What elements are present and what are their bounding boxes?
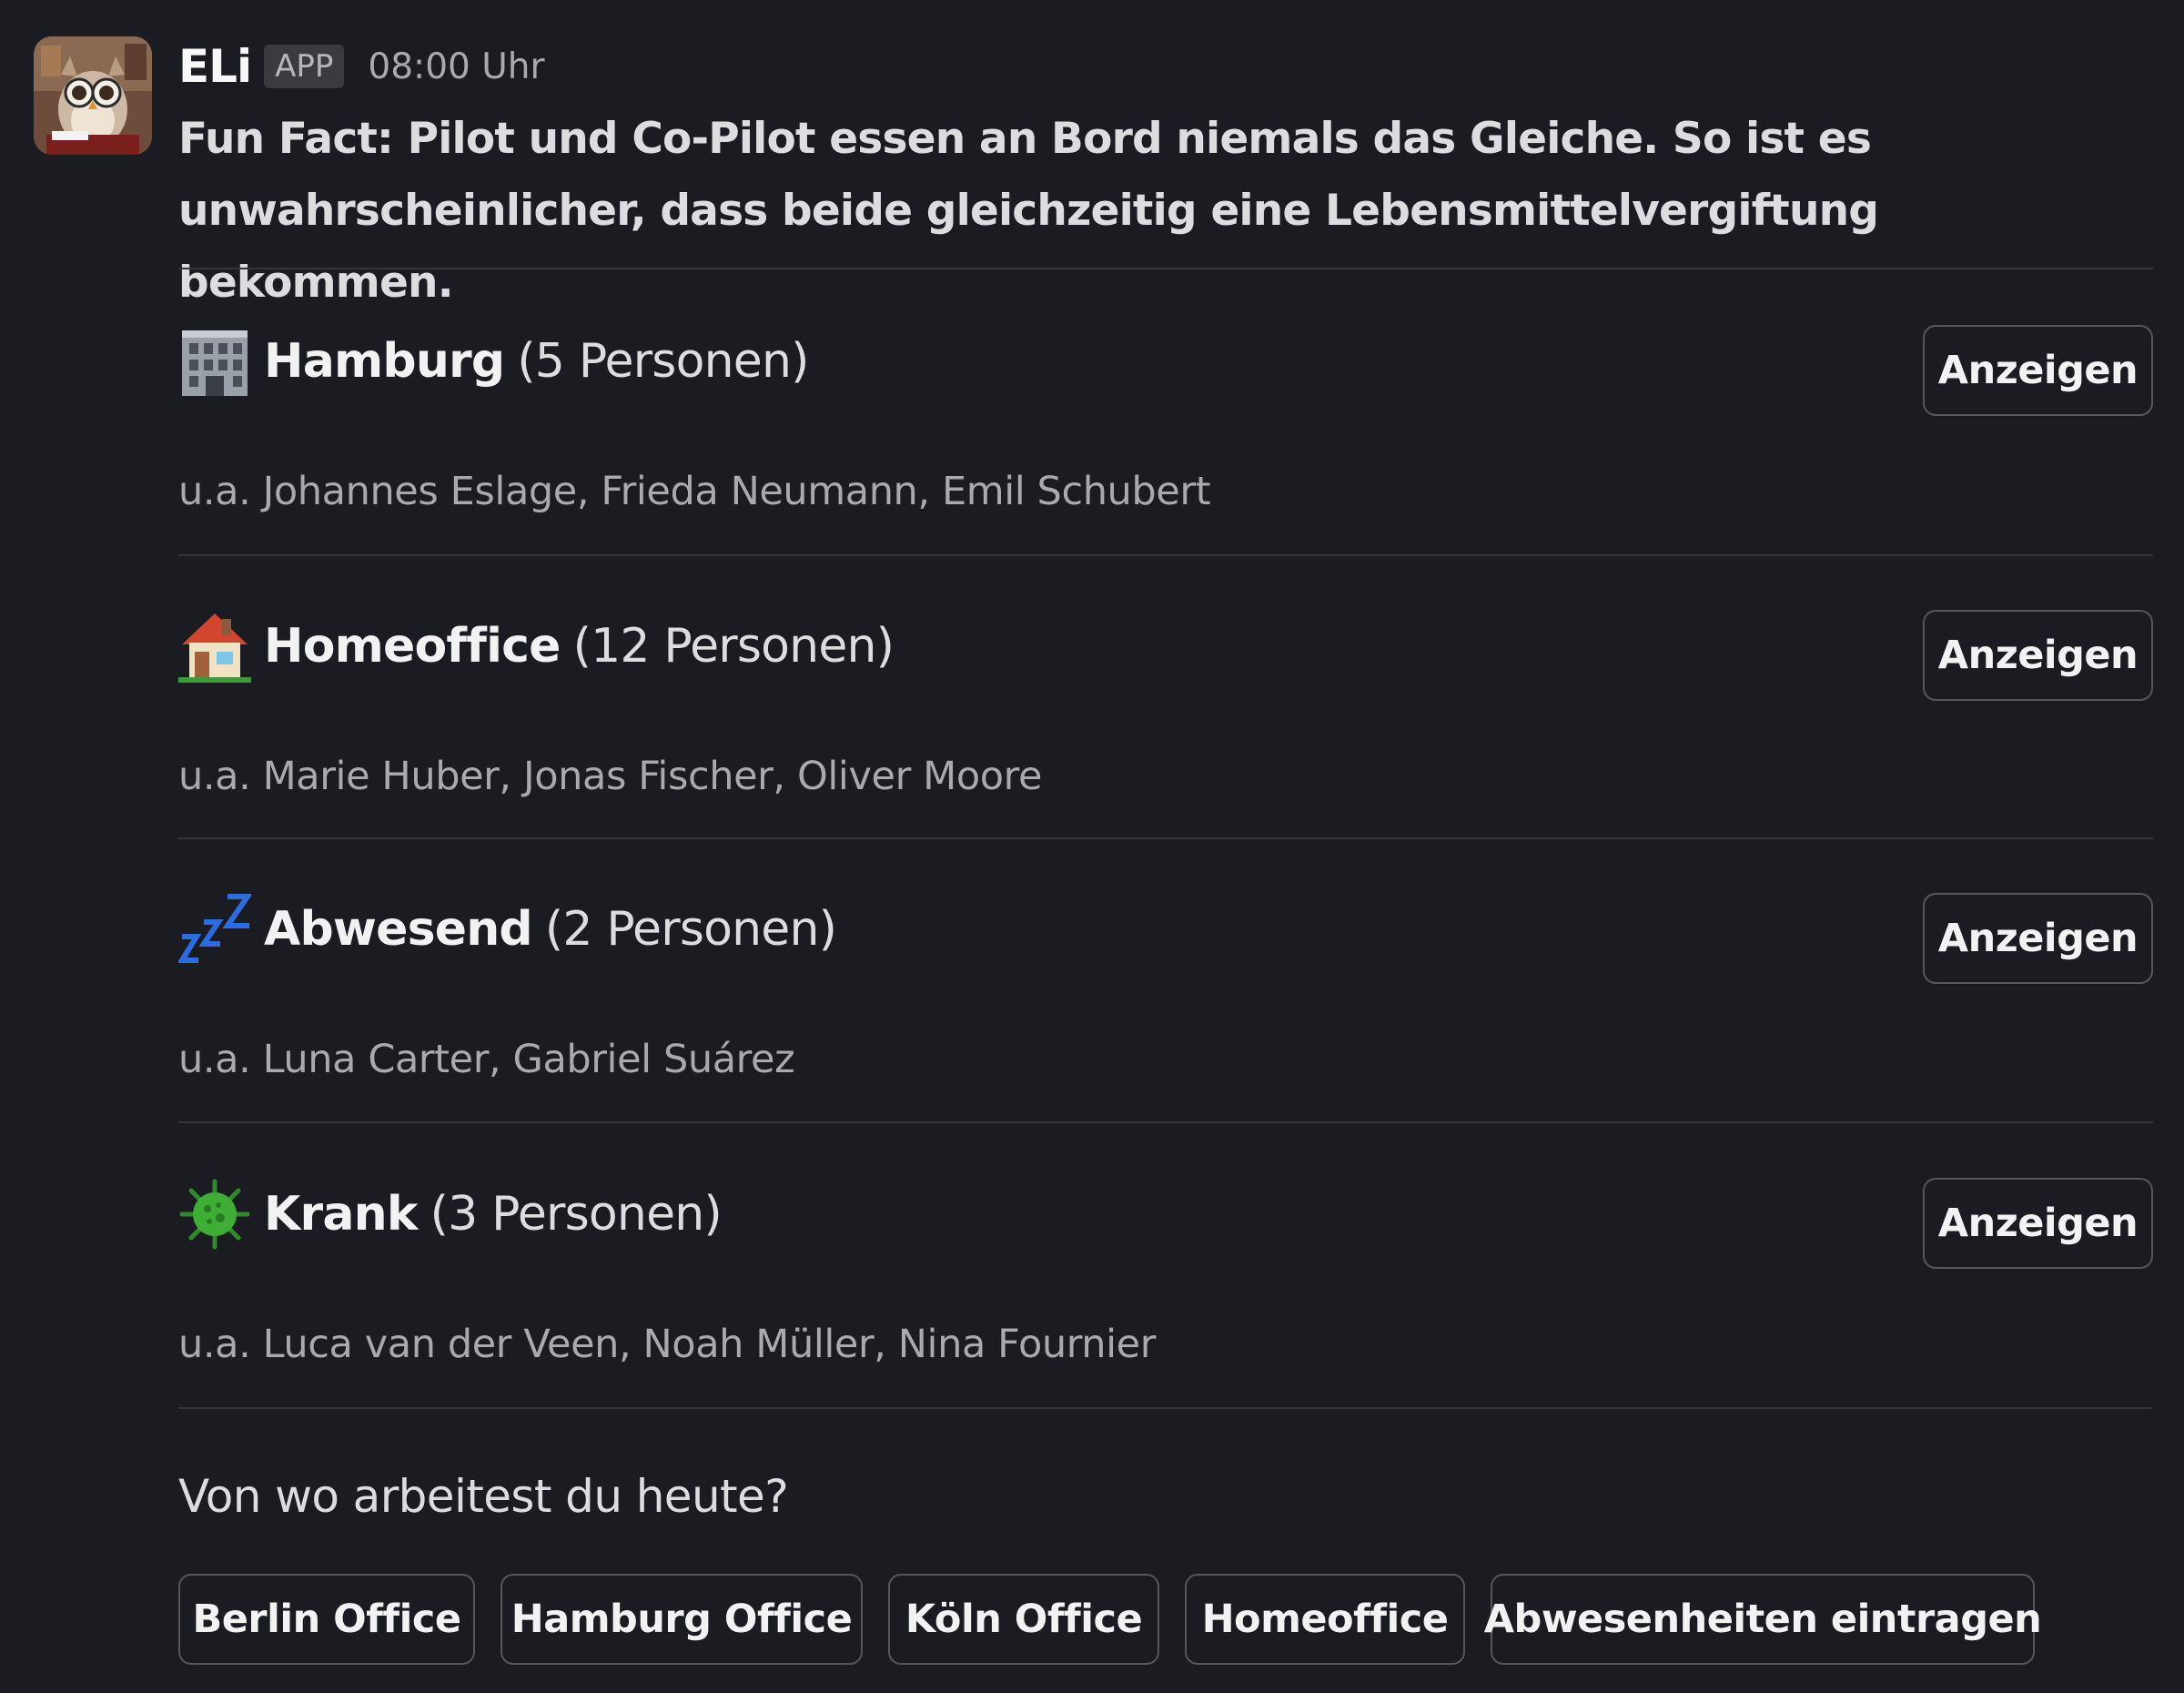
people-list: u.a. Marie Huber, Jonas Fischer, Oliver …: [178, 754, 1043, 799]
show-krank-button[interactable]: Anzeigen: [1923, 1178, 2153, 1269]
location-actions: Berlin Office Hamburg Office Köln Office…: [178, 1574, 2060, 1665]
zzz-icon: [178, 893, 251, 966]
homeoffice-button[interactable]: Homeoffice: [1185, 1574, 1465, 1665]
section-homeoffice: Homeoffice (12 Personen) Anzeigen u.a. M…: [178, 610, 2153, 799]
owl-avatar-icon: [34, 36, 152, 155]
message-header: ELi APP 08:00 Uhr: [178, 35, 545, 98]
section-abwesend: Abwesend (2 Personen) Anzeigen u.a. Luna…: [178, 893, 2153, 1082]
section-title: Homeoffice (12 Personen): [178, 610, 895, 683]
divider: [178, 1407, 2153, 1409]
section-krank: Krank (3 Personen) Anzeigen u.a. Luca va…: [178, 1178, 2153, 1367]
avatar[interactable]: [34, 36, 152, 155]
section-name: Abwesend: [264, 902, 533, 957]
section-title: Krank (3 Personen): [178, 1178, 723, 1251]
section-count: (12 Personen): [572, 619, 895, 674]
show-abwesend-button[interactable]: Anzeigen: [1923, 893, 2153, 984]
people-list: u.a. Luna Carter, Gabriel Suárez: [178, 1037, 795, 1082]
timestamp[interactable]: 08:00 Uhr: [368, 46, 544, 87]
show-homeoffice-button[interactable]: Anzeigen: [1923, 610, 2153, 701]
divider: [178, 837, 2153, 839]
berlin-office-button[interactable]: Berlin Office: [178, 1574, 475, 1665]
people-list: u.a. Luca van der Veen, Noah Müller, Nin…: [178, 1322, 1156, 1367]
divider: [178, 554, 2153, 556]
section-name: Homeoffice: [264, 619, 561, 674]
fun-fact-line-2: unwahrscheinlicher, dass beide gleichzei…: [178, 186, 1879, 308]
office-building-icon: [178, 325, 251, 398]
house-icon: [178, 610, 251, 683]
hamburg-office-button[interactable]: Hamburg Office: [500, 1574, 863, 1665]
section-count: (2 Personen): [544, 902, 837, 957]
fun-fact-line-1: Fun Fact: Pilot und Co-Pilot essen an Bo…: [178, 114, 1872, 164]
show-hamburg-button[interactable]: Anzeigen: [1923, 325, 2153, 416]
divider: [178, 268, 2153, 269]
divider: [178, 1121, 2153, 1123]
section-name: Krank: [264, 1187, 418, 1242]
people-list: u.a. Johannes Eslage, Frieda Neumann, Em…: [178, 469, 1211, 514]
message: ELi APP 08:00 Uhr Fun Fact: Pilot und Co…: [0, 0, 2184, 1693]
section-count: (5 Personen): [517, 334, 809, 389]
question-text: Von wo arbeitest du heute?: [178, 1470, 789, 1523]
koeln-office-button[interactable]: Köln Office: [888, 1574, 1159, 1665]
microbe-icon: [178, 1178, 251, 1251]
abwesenheiten-eintragen-button[interactable]: Abwesenheiten eintragen: [1484, 1574, 2042, 1665]
section-hamburg: Hamburg (5 Personen) Anzeigen u.a. Johan…: [178, 325, 2153, 514]
section-count: (3 Personen): [430, 1187, 723, 1242]
sender-name[interactable]: ELi: [178, 40, 252, 93]
section-title: Hamburg (5 Personen): [178, 325, 809, 398]
section-title: Abwesend (2 Personen): [178, 893, 837, 966]
fun-fact-text: Fun Fact: Pilot und Co-Pilot essen an Bo…: [178, 103, 2153, 319]
section-name: Hamburg: [264, 334, 505, 389]
app-badge: APP: [264, 45, 345, 88]
